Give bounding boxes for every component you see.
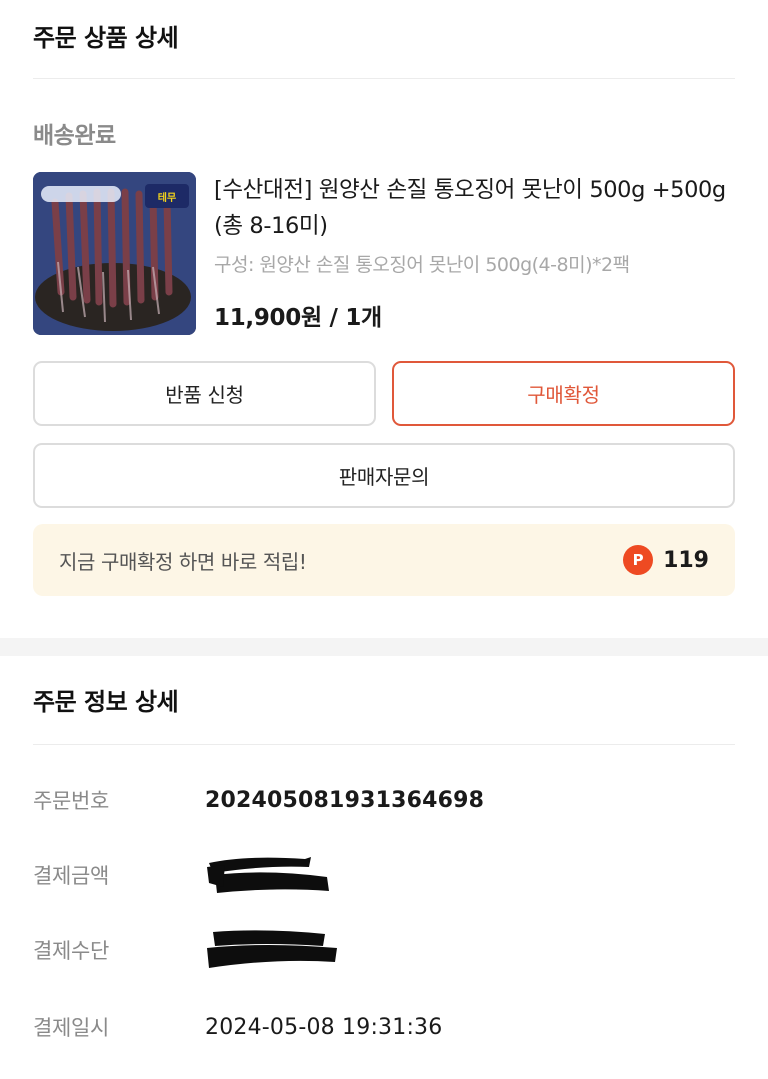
order-product-title: 주문 상품 상세 [33, 24, 179, 52]
return-request-button[interactable]: 반품 신청 [33, 361, 376, 426]
reward-message: 지금 구매확정 하면 바로 적립! [59, 549, 307, 574]
point-icon: P [623, 545, 654, 575]
payment-amount-label: 결제금액 [33, 864, 110, 888]
purchase-confirm-button[interactable]: 구매확정 [392, 361, 735, 426]
payment-date-value: 2024-05-08 19:31:36 [205, 1014, 443, 1040]
order-number-row: 주문번호 202405081931364698 [33, 780, 484, 820]
section-separator [0, 638, 768, 656]
order-info-divider [33, 744, 735, 745]
order-number-value: 202405081931364698 [205, 787, 485, 813]
seller-inquiry-button[interactable]: 판매자문의 [33, 443, 735, 508]
payment-method-label: 결제수단 [33, 939, 110, 963]
redacted-amount [207, 857, 329, 893]
payment-method-row: 결제수단 [33, 930, 340, 970]
redacted-method [207, 930, 337, 968]
product-name[interactable]: [수산대전] 원양산 손질 통오징어 못난이 500g +500g (총 8-1… [214, 172, 744, 244]
reward-banner: 지금 구매확정 하면 바로 적립! P 119 [33, 524, 735, 596]
order-info-title: 주문 정보 상세 [33, 688, 179, 716]
svg-text:테무: 테무 [158, 191, 176, 204]
product-thumbnail[interactable]: 테무 [33, 172, 196, 335]
payment-date-row: 결제일시 2024-05-08 19:31:36 [33, 1007, 442, 1047]
squid-product-image: 테무 [33, 172, 196, 335]
product-option: 구성: 원양산 손질 통오징어 못난이 500g(4-8미)*2팩 [214, 254, 630, 276]
title-divider [33, 78, 735, 79]
payment-date-label: 결제일시 [33, 1016, 110, 1040]
delivery-status: 배송완료 [33, 123, 116, 149]
product-price: 11,900원 / 1개 [214, 305, 382, 331]
payment-amount-row: 결제금액 [33, 855, 335, 895]
reward-points: 119 [663, 547, 709, 573]
order-number-label: 주문번호 [33, 789, 110, 813]
